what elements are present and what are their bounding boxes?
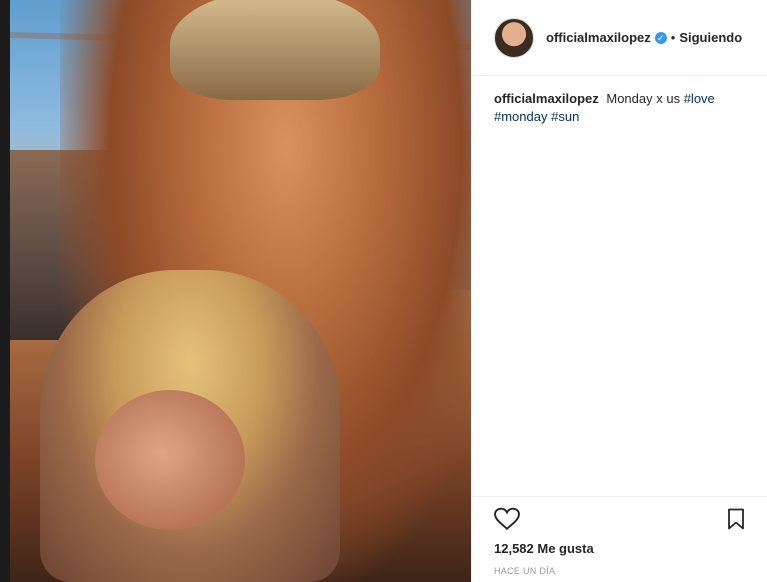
likes-count[interactable]: 12,582 Me gusta <box>494 541 745 556</box>
man-hair <box>170 0 380 100</box>
post-side-panel: officialmaxilopez ✓ • Siguiendo official… <box>471 0 767 582</box>
action-icons <box>494 505 745 537</box>
caption-text: Monday x us <box>606 91 681 106</box>
post-caption: officialmaxilopez Monday x us #love #mon… <box>472 76 767 126</box>
post-photo[interactable] <box>0 0 471 582</box>
avatar[interactable] <box>494 17 534 58</box>
post-header: officialmaxilopez ✓ • Siguiendo <box>472 0 767 76</box>
header-separator: • <box>670 30 676 45</box>
hashtag-sun[interactable]: #sun <box>551 109 579 124</box>
hashtag-love[interactable]: #love <box>684 91 715 106</box>
photo-edge <box>0 0 10 582</box>
header-username[interactable]: officialmaxilopez <box>546 30 651 45</box>
heart-icon[interactable] <box>494 507 520 536</box>
post-timestamp: HACE UN DÍA <box>494 566 556 576</box>
hashtag-monday[interactable]: #monday <box>494 109 547 124</box>
following-button[interactable]: Siguiendo <box>679 30 742 45</box>
post-actions: 12,582 Me gusta HACE UN DÍA <box>472 496 767 576</box>
caption-username[interactable]: officialmaxilopez <box>494 91 599 106</box>
bookmark-icon[interactable] <box>727 508 745 535</box>
instagram-post: officialmaxilopez ✓ • Siguiendo official… <box>0 0 767 582</box>
verified-badge-icon: ✓ <box>654 31 667 44</box>
child-face <box>95 390 245 530</box>
